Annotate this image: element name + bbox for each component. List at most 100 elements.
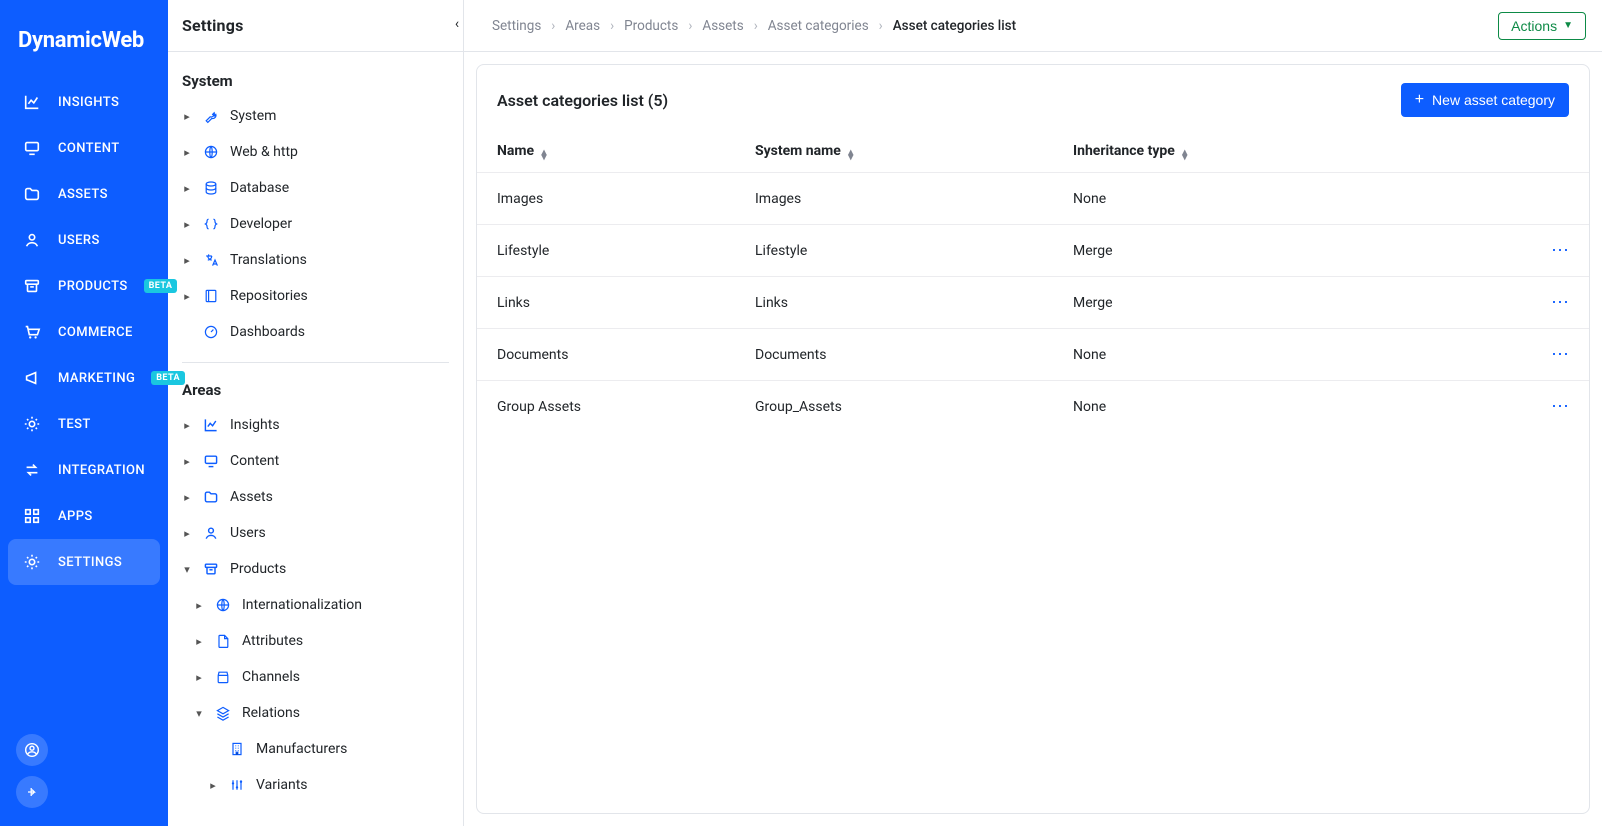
gear-icon xyxy=(22,414,42,434)
folder-icon xyxy=(22,184,42,204)
tree-item-insights[interactable]: ▸ Insights xyxy=(168,407,463,443)
tree-item-relations[interactable]: ▾ Relations xyxy=(168,695,463,731)
nav-item-commerce[interactable]: COMMERCE xyxy=(0,309,168,355)
tree-item-variants[interactable]: ▸ Variants xyxy=(168,767,463,803)
col-header-name[interactable]: Name ▴▾ xyxy=(497,143,755,160)
tree-item-channels[interactable]: ▸ Channels xyxy=(168,659,463,695)
tree-item-internationalization[interactable]: ▸ Internationalization xyxy=(168,587,463,623)
card-title: Asset categories list (5) xyxy=(497,91,668,110)
table-row[interactable]: Lifestyle Lifestyle Merge ⋯ xyxy=(477,224,1589,276)
collapse-settings-button[interactable]: ‹ xyxy=(449,16,464,32)
settings-tree-scroll[interactable]: System▸ System▸ Web & http▸ Database▸ De… xyxy=(168,52,463,826)
tree-item-label: Content xyxy=(230,453,279,469)
table-row[interactable]: Documents Documents None ⋯ xyxy=(477,328,1589,380)
archive-icon xyxy=(202,560,220,578)
tree-item-label: Variants xyxy=(256,777,308,793)
nav-item-products[interactable]: PRODUCTS BETA xyxy=(0,263,168,309)
row-actions-button[interactable]: ⋯ xyxy=(1551,241,1569,259)
row-actions-button[interactable]: ⋯ xyxy=(1551,397,1569,415)
collapse-icon xyxy=(24,784,40,800)
store-icon xyxy=(214,668,232,686)
nav-item-integration[interactable]: INTEGRATION xyxy=(0,447,168,493)
actions-button-label: Actions xyxy=(1511,18,1557,34)
breadcrumb-item[interactable]: Areas xyxy=(565,18,600,34)
tree-item-users[interactable]: ▸ Users xyxy=(168,515,463,551)
actions-dropdown-button[interactable]: Actions ▼ xyxy=(1498,12,1586,40)
tree-item-system[interactable]: ▸ System xyxy=(168,98,463,134)
tree-item-label: Repositories xyxy=(230,288,308,304)
breadcrumb-item[interactable]: Assets xyxy=(702,18,743,34)
chevron-right-icon: ▸ xyxy=(182,527,192,540)
primary-nav: DynamicWeb INSIGHTS CONTENT ASSETS USERS… xyxy=(0,0,168,826)
table-row[interactable]: Images Images None ⋯ xyxy=(477,172,1589,224)
grid-icon xyxy=(22,506,42,526)
account-button[interactable] xyxy=(16,734,48,766)
col-header-system-name[interactable]: System name ▴▾ xyxy=(755,143,1073,160)
nav-item-label: INSIGHTS xyxy=(58,95,119,110)
layers-icon xyxy=(214,704,232,722)
tree-item-dashboards[interactable]: ▸ Dashboards xyxy=(168,314,463,350)
nav-item-users[interactable]: USERS xyxy=(0,217,168,263)
table-row[interactable]: Group Assets Group_Assets None ⋯ xyxy=(477,380,1589,432)
cell-name: Lifestyle xyxy=(497,243,755,259)
breadcrumb-item[interactable]: Settings xyxy=(492,18,541,34)
tree-item-assets[interactable]: ▸ Assets xyxy=(168,479,463,515)
tree-item-label: Internationalization xyxy=(242,597,362,613)
row-actions-button[interactable]: ⋯ xyxy=(1551,345,1569,363)
braces-icon xyxy=(202,215,220,233)
breadcrumb-item[interactable]: Asset categories xyxy=(768,18,869,34)
chart-line-icon xyxy=(202,416,220,434)
tree-item-label: Assets xyxy=(230,489,273,505)
cell-name: Documents xyxy=(497,347,755,363)
chevron-down-icon: ▾ xyxy=(182,563,192,576)
nav-item-label: SETTINGS xyxy=(58,555,122,570)
chevron-right-icon: ▸ xyxy=(182,254,192,267)
tree-section-title: Areas xyxy=(168,375,463,407)
nav-item-settings[interactable]: SETTINGS xyxy=(8,539,160,585)
archive-icon xyxy=(22,276,42,296)
tree-item-database[interactable]: ▸ Database xyxy=(168,170,463,206)
table-row[interactable]: Links Links Merge ⋯ xyxy=(477,276,1589,328)
caret-down-icon: ▼ xyxy=(1563,20,1573,31)
cell-system-name: Documents xyxy=(755,347,1073,363)
breadcrumb-separator-icon: › xyxy=(610,18,614,34)
nav-item-assets[interactable]: ASSETS xyxy=(0,171,168,217)
tree-item-web-http[interactable]: ▸ Web & http xyxy=(168,134,463,170)
breadcrumb-item[interactable]: Products xyxy=(624,18,678,34)
nav-item-insights[interactable]: INSIGHTS xyxy=(0,79,168,125)
nav-item-content[interactable]: CONTENT xyxy=(0,125,168,171)
nav-item-label: PRODUCTS xyxy=(58,279,128,294)
nav-item-apps[interactable]: APPS xyxy=(0,493,168,539)
settings-tree-panel: Settings ‹ System▸ System▸ Web & http▸ D… xyxy=(168,0,464,826)
sliders-icon xyxy=(228,776,246,794)
nav-item-marketing[interactable]: MARKETING BETA xyxy=(0,355,168,401)
tree-item-label: Relations xyxy=(242,705,300,721)
tree-item-label: Developer xyxy=(230,216,292,232)
chevron-right-icon: ▸ xyxy=(182,182,192,195)
tree-item-attributes[interactable]: ▸ Attributes xyxy=(168,623,463,659)
tree-item-repositories[interactable]: ▸ Repositories xyxy=(168,278,463,314)
settings-tree-title: Settings xyxy=(168,0,463,52)
tree-item-label: System xyxy=(230,108,276,124)
nav-item-test[interactable]: TEST xyxy=(0,401,168,447)
main-content: Settings›Areas›Products›Assets›Asset cat… xyxy=(464,0,1602,826)
col-header-inheritance-type[interactable]: Inheritance type ▴▾ xyxy=(1073,143,1529,160)
gear-icon xyxy=(22,552,42,572)
file-icon xyxy=(214,632,232,650)
cell-name: Links xyxy=(497,295,755,311)
tree-item-developer[interactable]: ▸ Developer xyxy=(168,206,463,242)
row-actions-button[interactable]: ⋯ xyxy=(1551,293,1569,311)
chevron-down-icon: ▾ xyxy=(194,707,204,720)
tree-section-title: System xyxy=(168,66,463,98)
megaphone-icon xyxy=(22,368,42,388)
tree-item-label: Dashboards xyxy=(230,324,305,340)
new-asset-category-button[interactable]: + New asset category xyxy=(1401,83,1569,117)
tree-item-translations[interactable]: ▸ Translations xyxy=(168,242,463,278)
tree-item-products[interactable]: ▾ Products xyxy=(168,551,463,587)
tree-item-manufacturers[interactable]: ▸ Manufacturers xyxy=(168,731,463,767)
sort-icon: ▴▾ xyxy=(848,150,853,160)
collapse-nav-button[interactable] xyxy=(16,776,48,808)
nav-item-label: TEST xyxy=(58,417,91,432)
tree-item-content[interactable]: ▸ Content xyxy=(168,443,463,479)
tree-item-label: Products xyxy=(230,561,286,577)
